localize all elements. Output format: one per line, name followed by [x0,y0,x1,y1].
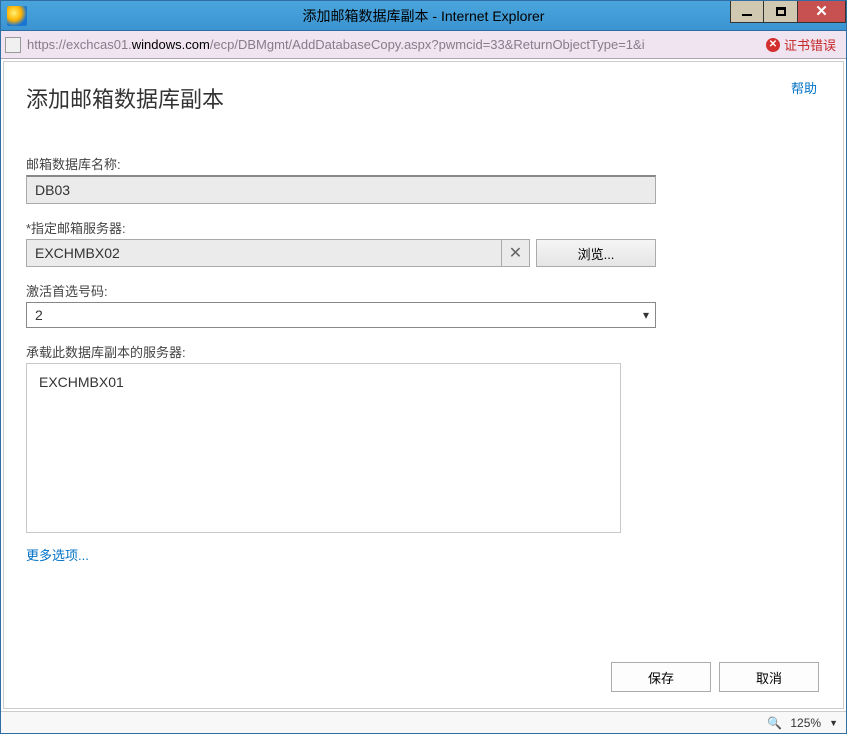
address-bar: https://exchcas01.windows.com/ecp/DBMgmt… [1,31,846,59]
page-icon [5,37,21,53]
cert-error-badge[interactable]: ✕ 证书错误 [760,35,842,54]
browse-button[interactable]: 浏览... [536,239,656,267]
app-window: 添加邮箱数据库副本 - Internet Explorer ✕ https://… [0,0,847,734]
db-name-field: DB03 [26,175,656,204]
list-item[interactable]: EXCHMBX01 [39,374,608,390]
zoom-icon[interactable]: 🔍 [767,716,782,730]
maximize-button[interactable] [764,1,798,23]
clear-server-button[interactable]: ✕ [502,239,530,267]
db-name-label: 邮箱数据库名称: [26,154,821,173]
minimize-button[interactable] [730,1,764,23]
window-title: 添加邮箱数据库副本 - Internet Explorer [1,6,846,26]
cert-error-text: 证书错误 [784,35,836,54]
titlebar: 添加邮箱数据库副本 - Internet Explorer ✕ [1,1,846,31]
x-icon: ✕ [509,243,522,263]
close-button[interactable]: ✕ [798,1,846,23]
ie-icon [7,6,27,26]
content-area: 帮助 添加邮箱数据库副本 邮箱数据库名称: DB03 *指定邮箱服务器: EXC… [3,61,844,709]
activation-select-wrap: 2 ▾ [26,302,656,328]
url-field[interactable]: https://exchcas01.windows.com/ecp/DBMgmt… [27,37,760,52]
page-title: 添加邮箱数据库副本 [26,82,821,114]
server-field: EXCHMBX02 [26,239,502,267]
content-inner: 帮助 添加邮箱数据库副本 邮箱数据库名称: DB03 *指定邮箱服务器: EXC… [4,62,843,708]
more-options-link[interactable]: 更多选项... [26,545,89,564]
chevron-down-icon: ▾ [643,308,649,322]
save-button[interactable]: 保存 [611,662,711,692]
button-row: 保存 取消 [611,662,819,692]
status-bar: 🔍 125% ▼ [1,711,846,733]
hosts-listbox[interactable]: EXCHMBX01 [26,363,621,533]
maximize-icon [776,7,786,16]
activation-label: 激活首选号码: [26,281,821,300]
activation-select[interactable]: 2 ▾ [26,302,656,328]
window-controls: ✕ [730,1,846,23]
hosts-label: 承载此数据库副本的服务器: [26,342,821,361]
zoom-level: 125% [790,716,821,730]
cancel-button[interactable]: 取消 [719,662,819,692]
url-prefix: https://exchcas01. [27,37,132,52]
server-picker-row: EXCHMBX02 ✕ 浏览... [26,239,656,267]
help-link[interactable]: 帮助 [791,78,817,97]
minimize-icon [742,14,752,16]
server-label: *指定邮箱服务器: [26,218,821,237]
cert-error-icon: ✕ [766,38,780,52]
url-domain: windows.com [132,37,210,52]
activation-value: 2 [35,307,43,323]
close-icon: ✕ [815,4,828,19]
zoom-menu-chevron[interactable]: ▼ [829,718,838,728]
url-suffix: /ecp/DBMgmt/AddDatabaseCopy.aspx?pwmcid=… [210,37,645,52]
